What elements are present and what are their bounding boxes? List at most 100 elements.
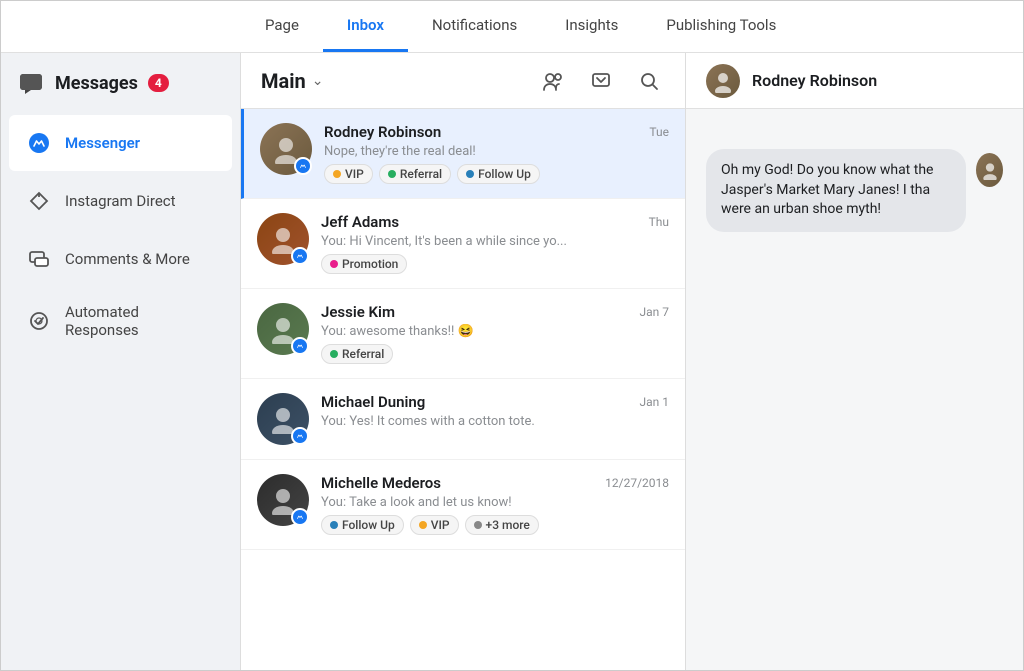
messenger-badge bbox=[294, 157, 312, 175]
tag-label: Promotion bbox=[342, 257, 398, 271]
tag: VIP bbox=[324, 164, 373, 184]
conv-preview: You: Take a look and let us know! bbox=[321, 495, 669, 510]
inbox-panel: Main ⌄ bbox=[241, 53, 686, 670]
conv-time: Jan 7 bbox=[640, 305, 670, 319]
inbox-title: Main bbox=[261, 69, 306, 93]
tag-dot bbox=[466, 170, 474, 178]
messenger-badge bbox=[291, 247, 309, 265]
conv-tags: VIP Referral Follow Up bbox=[324, 164, 669, 184]
contact-name: Rodney Robinson bbox=[752, 71, 877, 90]
tag-label: VIP bbox=[431, 518, 450, 532]
conv-name: Michael Duning bbox=[321, 393, 425, 411]
messenger-badge bbox=[291, 427, 309, 445]
tag: Follow Up bbox=[457, 164, 540, 184]
tag-dot bbox=[330, 350, 338, 358]
conv-top-row: Michael Duning Jan 1 bbox=[321, 393, 669, 411]
tag-label: Follow Up bbox=[478, 167, 531, 181]
tag-label: Referral bbox=[400, 167, 442, 181]
tag: Promotion bbox=[321, 254, 407, 274]
nav-item-publishing-tools[interactable]: Publishing Tools bbox=[642, 1, 800, 52]
nav-item-page[interactable]: Page bbox=[241, 1, 323, 52]
search-icon[interactable] bbox=[633, 65, 665, 97]
tag-dot bbox=[330, 521, 338, 529]
sidebar-item-instagram-direct[interactable]: Instagram Direct bbox=[9, 173, 232, 229]
conv-preview: You: awesome thanks!! 😆 bbox=[321, 324, 669, 339]
avatar-wrap bbox=[257, 303, 309, 355]
messenger-badge bbox=[291, 337, 309, 355]
conversation-list: Rodney Robinson Tue Nope, they're the real… bbox=[241, 109, 685, 670]
sender-avatar bbox=[976, 153, 1003, 187]
message-text: Oh my God! Do you know what the Jasper's… bbox=[721, 162, 933, 217]
avatar-wrap bbox=[257, 213, 309, 265]
avatar-wrap bbox=[257, 474, 309, 526]
compose-icon[interactable] bbox=[585, 65, 617, 97]
conv-content: Michael Duning Jan 1 You: Yes! It comes wi… bbox=[321, 393, 669, 434]
conversation-item[interactable]: Jeff Adams Thu You: Hi Vincent, It's been … bbox=[241, 199, 685, 289]
conversation-item[interactable]: Michael Duning Jan 1 You: Yes! It comes wi… bbox=[241, 379, 685, 460]
conv-tags: Promotion bbox=[321, 254, 669, 274]
sidebar-title: Messages bbox=[55, 73, 138, 94]
conv-name: Rodney Robinson bbox=[324, 123, 441, 141]
people-icon[interactable] bbox=[537, 65, 569, 97]
conv-content: Rodney Robinson Tue Nope, they're the real… bbox=[324, 123, 669, 184]
conv-tags: Referral bbox=[321, 344, 669, 364]
conv-top-row: Michelle Mederos 12/27/2018 bbox=[321, 474, 669, 492]
conv-preview: You: Yes! It comes with a cotton tote. bbox=[321, 414, 669, 429]
sidebar-item-comments-&-more[interactable]: Comments & More bbox=[9, 231, 232, 287]
top-nav: PageInboxNotificationsInsightsPublishing… bbox=[1, 1, 1023, 53]
conversation-item[interactable]: Jessie Kim Jan 7 You: awesome thanks!! 😆 Re… bbox=[241, 289, 685, 379]
tag-label: VIP bbox=[345, 167, 364, 181]
sidebar-label: Automated Responses bbox=[65, 303, 216, 339]
conv-name: Jeff Adams bbox=[321, 213, 399, 231]
conv-top-row: Rodney Robinson Tue bbox=[324, 123, 669, 141]
messenger-icon bbox=[25, 129, 53, 157]
messages-badge: 4 bbox=[148, 74, 169, 92]
conv-preview: You: Hi Vincent, It's been a while since… bbox=[321, 234, 669, 249]
tag-label: Follow Up bbox=[342, 518, 395, 532]
instagram-icon bbox=[25, 187, 53, 215]
message-area: Oh my God! Do you know what the Jasper's… bbox=[686, 109, 1023, 670]
tag: VIP bbox=[410, 515, 459, 535]
sidebar-label: Messenger bbox=[65, 134, 140, 152]
avatar-wrap bbox=[257, 393, 309, 445]
nav-item-inbox[interactable]: Inbox bbox=[323, 1, 408, 52]
right-panel: Rodney Robinson Oh my God! Do you know w… bbox=[686, 53, 1023, 670]
tag: Referral bbox=[321, 344, 393, 364]
tag-dot bbox=[388, 170, 396, 178]
conv-preview: Nope, they're the real deal! bbox=[324, 144, 669, 159]
conv-content: Jeff Adams Thu You: Hi Vincent, It's been … bbox=[321, 213, 669, 274]
conv-name: Michelle Mederos bbox=[321, 474, 441, 492]
sidebar-item-messenger[interactable]: Messenger bbox=[9, 115, 232, 171]
tag-dot bbox=[333, 170, 341, 178]
tag-dot bbox=[419, 521, 427, 529]
conv-top-row: Jeff Adams Thu bbox=[321, 213, 669, 231]
tag: +3 more bbox=[465, 515, 539, 535]
tag: Referral bbox=[379, 164, 451, 184]
messages-icon bbox=[17, 69, 45, 97]
conv-time: Tue bbox=[649, 125, 669, 139]
conv-time: Thu bbox=[649, 215, 669, 229]
conv-top-row: Jessie Kim Jan 7 bbox=[321, 303, 669, 321]
conv-time: 12/27/2018 bbox=[605, 476, 669, 490]
contact-avatar bbox=[706, 64, 740, 98]
message-bubble: Oh my God! Do you know what the Jasper's… bbox=[706, 149, 966, 232]
sidebar-label: Comments & More bbox=[65, 250, 190, 268]
messenger-badge bbox=[291, 508, 309, 526]
nav-item-insights[interactable]: Insights bbox=[541, 1, 642, 52]
automated-icon bbox=[25, 307, 53, 335]
tag-dot bbox=[330, 260, 338, 268]
conv-content: Jessie Kim Jan 7 You: awesome thanks!! 😆 Re… bbox=[321, 303, 669, 364]
tag-label: Referral bbox=[342, 347, 384, 361]
sidebar-label: Instagram Direct bbox=[65, 192, 176, 210]
conv-name: Jessie Kim bbox=[321, 303, 395, 321]
comments-icon bbox=[25, 245, 53, 273]
conversation-item[interactable]: Rodney Robinson Tue Nope, they're the real… bbox=[241, 109, 685, 199]
conv-time: Jan 1 bbox=[640, 395, 670, 409]
tag: Follow Up bbox=[321, 515, 404, 535]
conversation-item[interactable]: Michelle Mederos 12/27/2018 You: Take a lo… bbox=[241, 460, 685, 550]
nav-item-notifications[interactable]: Notifications bbox=[408, 1, 541, 52]
inbox-dropdown-icon[interactable]: ⌄ bbox=[312, 73, 324, 89]
sidebar-item-automated-responses[interactable]: Automated Responses bbox=[9, 289, 232, 353]
conv-content: Michelle Mederos 12/27/2018 You: Take a lo… bbox=[321, 474, 669, 535]
tag-dot bbox=[474, 521, 482, 529]
